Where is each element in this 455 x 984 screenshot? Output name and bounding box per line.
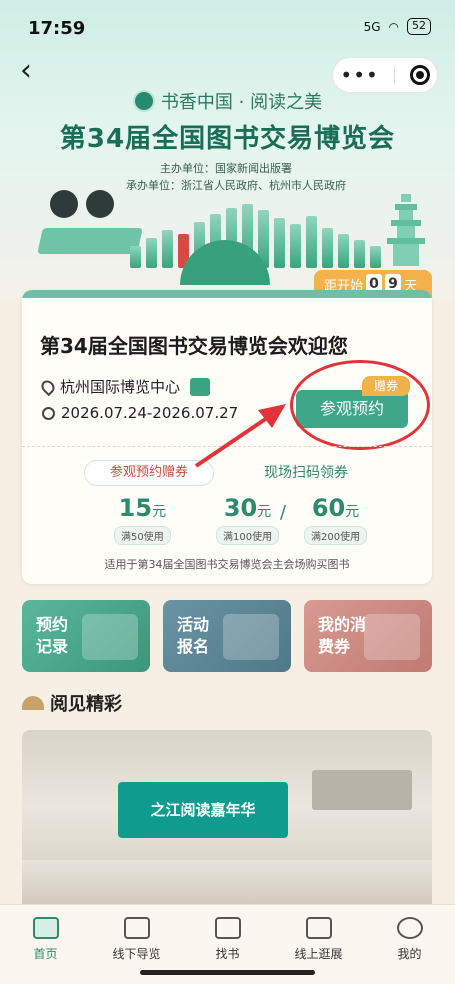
brand-line: 书香中国 · 阅读之美 bbox=[0, 88, 455, 114]
host-text: 承办单位：浙江省人民政府、杭州市人民政府 bbox=[126, 179, 346, 192]
tab-label: 我的 bbox=[397, 947, 422, 961]
fan-icon bbox=[22, 696, 44, 710]
home-icon bbox=[32, 917, 59, 939]
person-icon bbox=[396, 917, 423, 939]
header-banner: 17:59 5G ◠ 52 ‹ ••• 书香中国 · 阅读之美 第34届全国图书… bbox=[0, 0, 455, 300]
clock-icon bbox=[42, 406, 55, 420]
book-icon bbox=[214, 917, 241, 939]
coupon-note: 适用于第34届全国图书交易博览会主会场购买图书 bbox=[104, 558, 350, 571]
battery-icon: 52 bbox=[407, 18, 431, 35]
tab-offline-guide[interactable]: 线下导览 bbox=[91, 917, 182, 962]
card-divider bbox=[22, 446, 432, 447]
onsite-coupon-label: 现场扫码领券 bbox=[264, 465, 348, 481]
home-indicator bbox=[140, 970, 315, 975]
tab-label: 线上逛展 bbox=[294, 947, 343, 961]
photo-side-panel bbox=[312, 770, 412, 810]
tab-label: 首页 bbox=[33, 947, 58, 961]
pagoda-illustration bbox=[387, 194, 425, 266]
status-time: 17:59 bbox=[28, 18, 86, 39]
map-icon bbox=[123, 917, 150, 939]
page-title: 第34届全国图书交易博览会 bbox=[59, 124, 396, 154]
brand-logo-icon bbox=[132, 90, 155, 112]
section-header: 阅见精彩 bbox=[22, 690, 122, 716]
coupon-condition: 满100使用 bbox=[216, 526, 280, 545]
close-target-icon[interactable] bbox=[409, 65, 430, 85]
location-pin-icon bbox=[38, 377, 58, 396]
status-bar: 17:59 5G ◠ 52 bbox=[0, 0, 455, 40]
coupon-unit: 元 bbox=[345, 504, 360, 520]
reading-kids-illustration bbox=[30, 190, 143, 260]
wifi-icon: ◠ bbox=[388, 19, 399, 34]
coupon-amount: 60 bbox=[311, 494, 346, 522]
status-icons: 5G ◠ 52 bbox=[364, 18, 431, 35]
tile-label: 预约记录 bbox=[36, 615, 69, 656]
coupon-condition: 满200使用 bbox=[304, 526, 368, 545]
open-book-illustration bbox=[37, 228, 143, 254]
tile-activity-signup[interactable]: 活动报名 bbox=[163, 600, 291, 672]
coupon-60: 60元 满200使用 bbox=[304, 494, 368, 545]
more-icon[interactable]: ••• bbox=[340, 65, 378, 85]
gate-icon bbox=[82, 614, 138, 660]
tile-label: 活动报名 bbox=[177, 615, 210, 656]
coupon-15: 15元 满50使用 bbox=[114, 494, 171, 545]
back-icon[interactable]: ‹ bbox=[20, 56, 48, 90]
highlight-photo[interactable]: 之江阅读嘉年华 bbox=[22, 730, 432, 920]
scroll-icon bbox=[223, 614, 279, 660]
coupon-unit: 元 bbox=[257, 504, 272, 520]
highlight-ellipse bbox=[290, 360, 430, 450]
pavilion-icon bbox=[305, 917, 332, 939]
mini-program-capsule[interactable]: ••• bbox=[333, 58, 437, 92]
section-title: 阅见精彩 bbox=[50, 694, 122, 715]
venue-name: 杭州国际博览中心 bbox=[60, 378, 181, 396]
tile-my-coupons[interactable]: 我的消费券 bbox=[304, 600, 432, 672]
photo-screen-text: 之江阅读嘉年华 bbox=[118, 782, 288, 838]
tab-mine[interactable]: 我的 bbox=[364, 917, 455, 962]
map-icon[interactable] bbox=[190, 377, 211, 396]
venue-row[interactable]: 杭州国际博览中心 bbox=[38, 376, 211, 397]
coupon-amount: 30 bbox=[223, 494, 258, 522]
kid-figure bbox=[86, 190, 114, 218]
coupon-condition: 满50使用 bbox=[114, 526, 171, 545]
organizer-text: 主办单位：国家新闻出版署 bbox=[160, 162, 292, 175]
coupon-icon bbox=[364, 614, 420, 660]
capsule-divider bbox=[393, 66, 395, 84]
tab-online-expo[interactable]: 线上逛展 bbox=[273, 917, 364, 962]
tab-label: 线下导览 bbox=[112, 947, 161, 961]
dates-row: 2026.07.24-2026.07.27 bbox=[42, 404, 238, 422]
coupon-amount: 15 bbox=[118, 494, 153, 522]
reserve-coupon-label: 参观预约赠券 bbox=[84, 460, 214, 486]
tab-label: 找书 bbox=[215, 947, 240, 961]
tab-home[interactable]: 首页 bbox=[0, 917, 91, 962]
coupon-30: 30元 满100使用 bbox=[216, 494, 280, 545]
tile-reservation-records[interactable]: 预约记录 bbox=[22, 600, 150, 672]
coupon-slash: / bbox=[280, 502, 287, 523]
event-dates: 2026.07.24-2026.07.27 bbox=[61, 404, 239, 422]
coupon-unit: 元 bbox=[152, 504, 167, 520]
tab-find-book[interactable]: 找书 bbox=[182, 917, 273, 962]
network-icon: 5G bbox=[363, 19, 381, 34]
expo-card: 第34届全国图书交易博览会欢迎您 杭州国际博览中心 2026.07.24-202… bbox=[22, 290, 432, 584]
card-top-strip bbox=[22, 290, 432, 298]
kid-figure bbox=[50, 190, 78, 218]
card-title: 第34届全国图书交易博览会欢迎您 bbox=[40, 334, 348, 358]
brand-name: 书香中国 · 阅读之美 bbox=[160, 92, 323, 113]
